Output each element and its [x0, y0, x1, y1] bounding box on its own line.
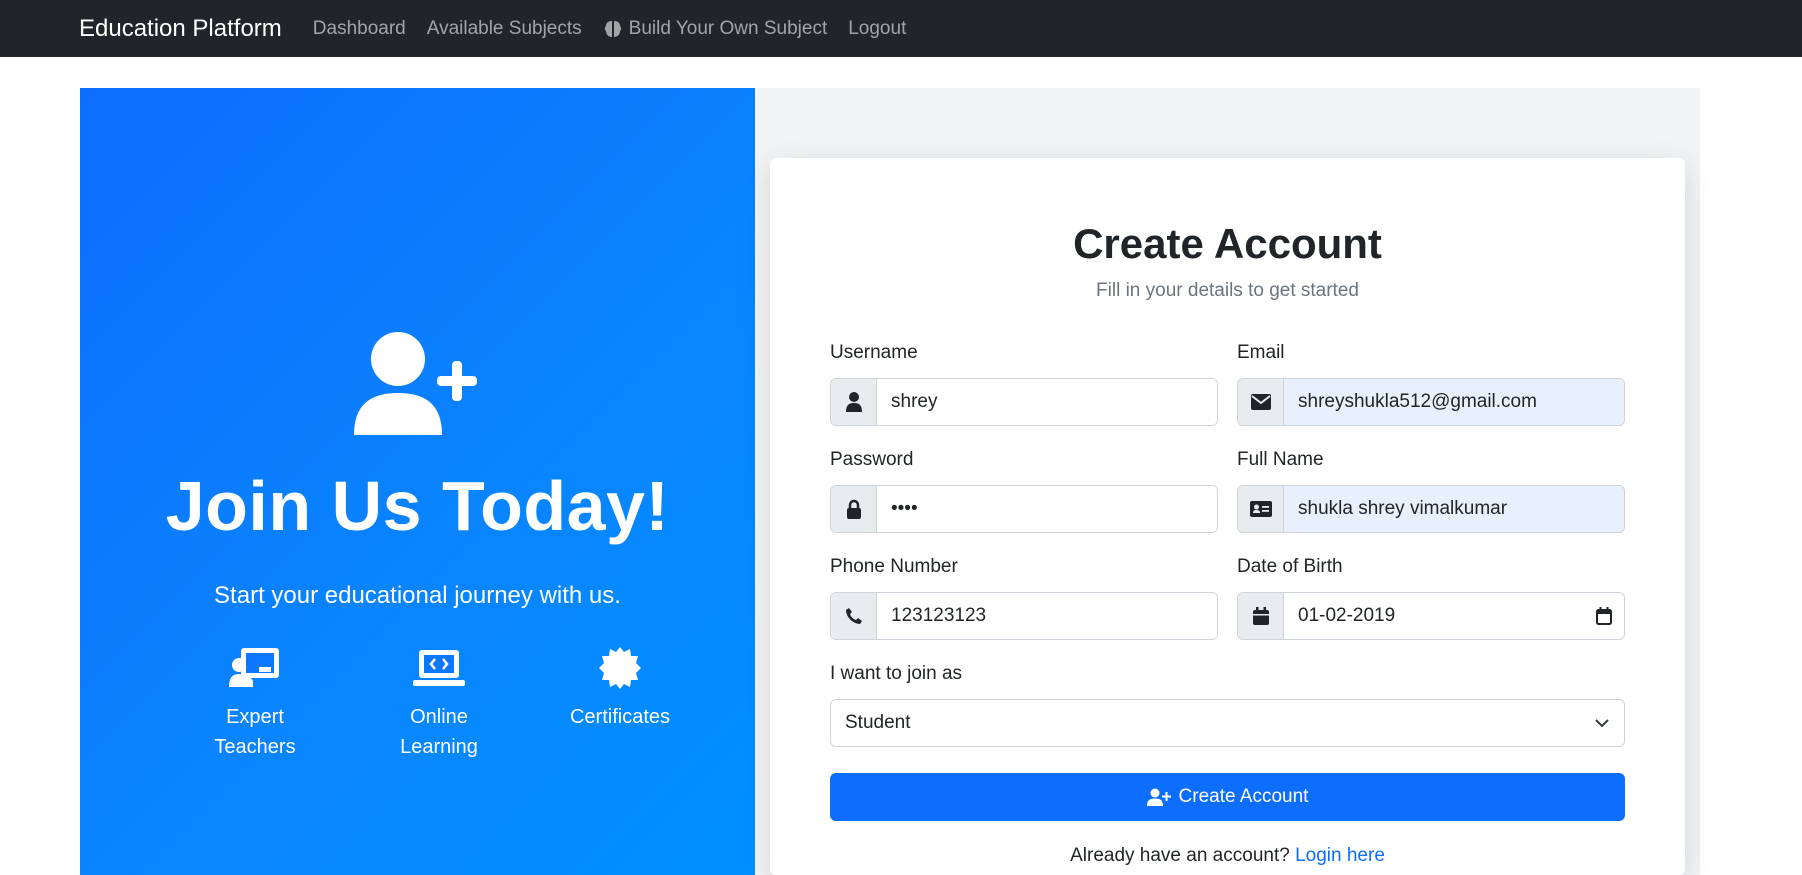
certificate-icon: [560, 642, 680, 694]
create-account-label: Create Account: [1178, 786, 1309, 807]
nav-link-dashboard[interactable]: Dashboard: [313, 18, 406, 40]
full-name-label: Full Name: [1237, 449, 1324, 470]
calendar-icon: [1238, 593, 1284, 639]
phone-label: Phone Number: [830, 556, 958, 577]
chevron-down-icon: [1595, 719, 1609, 728]
dob-input[interactable]: [1284, 593, 1584, 639]
form-title: Create Account: [1073, 220, 1382, 267]
email-input-group: [1237, 378, 1625, 426]
register-card: Create Account Fill in your details to g…: [770, 158, 1685, 875]
role-selected-value: Student: [845, 712, 911, 733]
phone-field: Phone Number: [830, 556, 1218, 640]
email-label: Email: [1237, 342, 1285, 363]
nav-link-build-subject[interactable]: Build Your Own Subject: [603, 17, 828, 40]
hero-panel: Join Us Today! Start your educational jo…: [80, 88, 755, 875]
feature-expert-teachers: Expert Teachers: [195, 642, 315, 762]
phone-icon: [831, 593, 877, 639]
feature-online-learning: Online Learning: [379, 642, 499, 762]
password-field: Password: [830, 449, 1218, 533]
create-account-button[interactable]: Create Account: [830, 773, 1625, 821]
login-prompt-text: Already have an account?: [1070, 845, 1290, 866]
password-input[interactable]: [877, 486, 1217, 532]
role-field: I want to join as Student: [830, 663, 1625, 747]
nav-link-available-subjects[interactable]: Available Subjects: [427, 18, 582, 40]
form-subtitle: Fill in your details to get started: [1096, 280, 1359, 301]
nav-link-build-subject-label: Build Your Own Subject: [628, 17, 828, 39]
phone-input-group: [830, 592, 1218, 640]
full-name-input[interactable]: [1284, 486, 1624, 532]
dob-input-group: [1237, 592, 1625, 640]
email-input[interactable]: [1284, 379, 1624, 425]
username-input-group: [830, 378, 1218, 426]
login-prompt-row: Already have an account? Login here: [770, 845, 1685, 867]
envelope-icon: [1238, 379, 1284, 425]
username-input[interactable]: [877, 379, 1217, 425]
feature-certificates: Certificates: [560, 642, 680, 732]
brain-icon: [604, 20, 621, 37]
register-container: Join Us Today! Start your educational jo…: [80, 88, 1700, 875]
hero-subtitle: Start your educational journey with us.: [214, 582, 621, 609]
chalkboard-teacher-icon: [195, 642, 315, 694]
login-link[interactable]: Login here: [1295, 845, 1385, 866]
dob-field: Date of Birth: [1237, 556, 1625, 640]
role-select[interactable]: Student: [830, 699, 1625, 747]
laptop-code-icon: [379, 642, 499, 694]
top-navbar: Education Platform Dashboard Available S…: [0, 0, 1802, 57]
id-card-icon: [1238, 486, 1284, 532]
dob-label: Date of Birth: [1237, 556, 1343, 577]
nav-link-logout[interactable]: Logout: [848, 18, 906, 40]
password-input-group: [830, 485, 1218, 533]
username-field: Username: [830, 342, 1218, 426]
username-label: Username: [830, 342, 918, 363]
navbar-brand[interactable]: Education Platform: [79, 15, 282, 43]
feature-label-expert: Expert Teachers: [214, 706, 296, 758]
email-field: Email: [1237, 342, 1625, 426]
full-name-input-group: [1237, 485, 1625, 533]
lock-icon: [831, 486, 877, 532]
date-picker-icon[interactable]: [1584, 593, 1624, 639]
role-label: I want to join as: [830, 663, 963, 684]
hero-title: Join Us Today!: [165, 467, 670, 545]
phone-input[interactable]: [877, 593, 1217, 639]
feature-label-certificates: Certificates: [569, 706, 671, 728]
user-plus-icon: [350, 331, 485, 440]
user-icon: [831, 379, 877, 425]
password-label: Password: [830, 449, 914, 470]
full-name-field: Full Name: [1237, 449, 1625, 533]
user-plus-icon: [1146, 788, 1171, 806]
feature-label-online: Online Learning: [400, 706, 478, 758]
